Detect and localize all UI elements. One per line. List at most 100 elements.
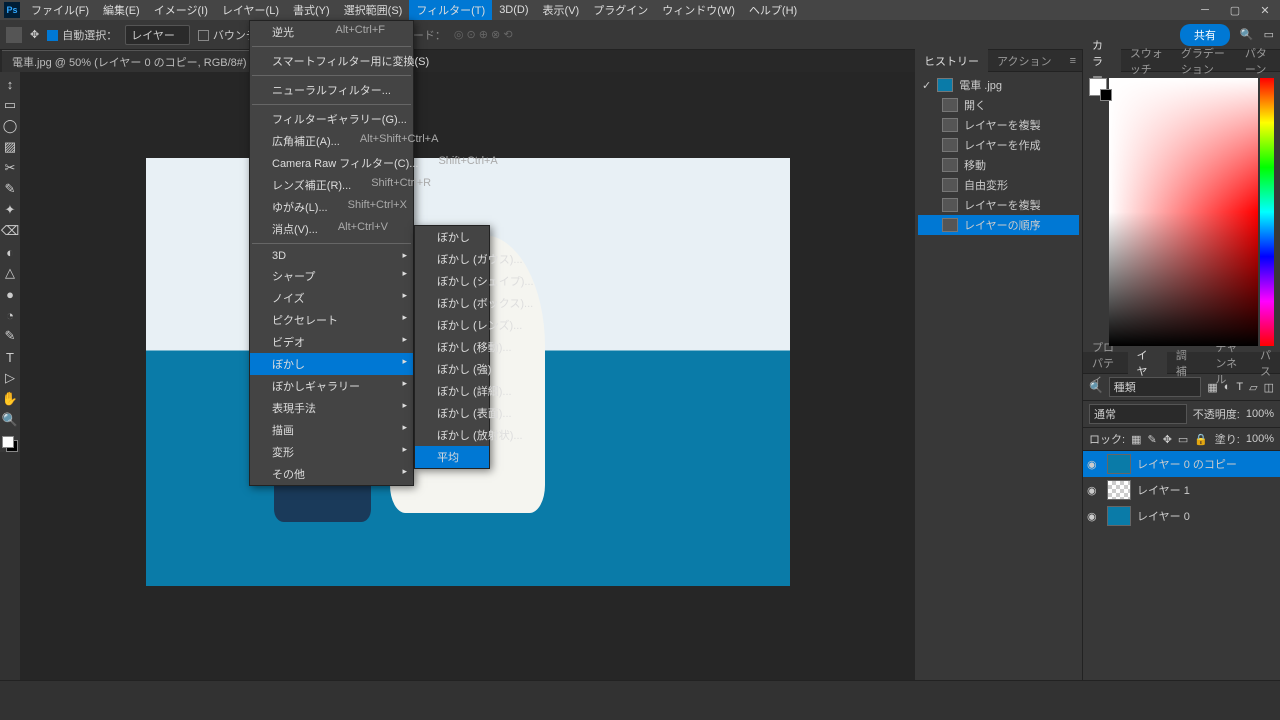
lock-artboard-icon[interactable]: ▭ [1178,433,1188,446]
tool-button[interactable]: ✂ [1,159,19,177]
menu-item[interactable]: ぼかし (表面)... [415,402,489,424]
menu-item[interactable]: ぼかし [250,353,413,375]
auto-select-checkbox[interactable] [47,30,58,41]
tool-button[interactable]: ⌫ [1,222,19,240]
menu-item[interactable]: 表示(V) [536,0,587,20]
menu-item[interactable]: ぼかし (強) [415,358,489,380]
menu-item[interactable]: 3D(D) [492,0,535,20]
tool-button[interactable]: ◯ [1,117,19,135]
menu-item[interactable]: 編集(E) [96,0,147,20]
menu-item[interactable]: ゆがみ(L)...Shift+Ctrl+X [250,196,413,218]
menu-item[interactable]: ビデオ [250,331,413,353]
history-step[interactable]: 移動 [918,155,1079,175]
minimize-button[interactable]: ─ [1190,0,1220,20]
history-step[interactable]: レイヤーの順序 [918,215,1079,235]
menu-item[interactable]: フィルター(T) [409,0,492,20]
menu-item[interactable]: 3D [250,247,413,265]
workspace-icon[interactable]: ▭ [1264,28,1274,41]
color-picker[interactable] [1083,72,1280,352]
layer-select[interactable]: レイヤー [125,25,190,45]
menu-item[interactable]: ぼかしギャラリー [250,375,413,397]
menu-item[interactable]: スマートフィルター用に変換(S) [250,50,413,72]
menu-item[interactable]: プラグイン [586,0,655,20]
opacity-value[interactable]: 100% [1246,408,1274,420]
color-swatches[interactable] [2,436,18,452]
tool-button[interactable]: ▷ [1,369,19,387]
filter-pixels-icon[interactable]: ▦ [1207,381,1217,394]
menu-item[interactable]: 表現手法 [250,397,413,419]
menu-item[interactable]: シャープ [250,265,413,287]
bounding-checkbox[interactable] [198,30,209,41]
tool-button[interactable]: ▨ [1,138,19,156]
tool-button[interactable]: ✎ [1,327,19,345]
menu-item[interactable]: レンズ補正(R)...Shift+Ctrl+R [250,174,413,196]
menu-item[interactable]: ぼかし (放射状)... [415,424,489,446]
menu-item[interactable]: ぼかし (シェイプ)... [415,270,489,292]
menu-item[interactable]: 変形 [250,441,413,463]
lock-move-icon[interactable]: ✥ [1163,433,1172,446]
hue-slider[interactable] [1260,78,1274,346]
layer-row[interactable]: ◉レイヤー 0 のコピー [1083,451,1280,477]
blend-mode-select[interactable]: 通常 [1089,404,1187,424]
visibility-icon[interactable]: ◉ [1087,510,1101,523]
tool-button[interactable]: ▭ [1,96,19,114]
close-button[interactable]: ✕ [1250,0,1280,20]
menu-item[interactable]: 描画 [250,419,413,441]
lock-brush-icon[interactable]: ✎ [1147,433,1156,446]
menu-item[interactable]: ぼかし (移動)... [415,336,489,358]
menu-item[interactable]: 選択範囲(S) [337,0,410,20]
menu-item[interactable]: 消点(V)...Alt+Ctrl+V [250,218,413,240]
tool-button[interactable]: ✋ [1,390,19,408]
layer-row[interactable]: ◉レイヤー 1 [1083,477,1280,503]
menu-item[interactable]: ぼかし (詳細)... [415,380,489,402]
lock-pixels-icon[interactable]: ▦ [1131,433,1141,446]
history-step[interactable]: レイヤーを複製 [918,195,1079,215]
history-tab[interactable]: ヒストリー [915,49,988,73]
menu-item[interactable]: 逆光Alt+Ctrl+F [250,21,413,43]
menu-item[interactable]: レイヤー(L) [215,0,286,20]
actions-tab[interactable]: アクション [988,49,1060,73]
menu-item[interactable]: ファイル(F) [24,0,96,20]
filter-text-icon[interactable]: T [1236,381,1243,393]
panel-menu-icon[interactable]: ≡ [1070,55,1082,67]
menu-item[interactable]: ぼかし (ガウス)... [415,248,489,270]
history-step[interactable]: レイヤーを作成 [918,135,1079,155]
history-step[interactable]: 自由変形 [918,175,1079,195]
lock-all-icon[interactable]: 🔒 [1194,433,1208,446]
layer-filter-select[interactable]: 種類 [1109,377,1202,397]
maximize-button[interactable]: ▢ [1220,0,1250,20]
filter-adjust-icon[interactable]: ◐ [1224,381,1231,393]
tool-button[interactable]: △ [1,264,19,282]
color-field[interactable] [1109,78,1258,346]
filter-shape-icon[interactable]: ▱ [1249,381,1257,394]
menu-item[interactable]: ヘルプ(H) [742,0,804,20]
search-icon[interactable]: 🔍 [1240,28,1254,41]
menu-item[interactable]: ウィンドウ(W) [655,0,742,20]
history-snapshot[interactable]: ✓電車 .jpg [918,75,1079,95]
menu-item[interactable]: ニューラルフィルター... [250,79,413,101]
menu-item[interactable]: Camera Raw フィルター(C)...Shift+Ctrl+A [250,152,413,174]
menu-item[interactable]: フィルターギャラリー(G)... [250,108,413,130]
tool-button[interactable]: ✎ [1,180,19,198]
visibility-icon[interactable]: ◉ [1087,484,1101,497]
tool-button[interactable]: ◔ [1,306,19,324]
layer-row[interactable]: ◉レイヤー 0 [1083,503,1280,529]
home-icon[interactable] [6,27,22,43]
menu-item[interactable]: ぼかし (レンズ)... [415,314,489,336]
tool-button[interactable]: ↕ [1,75,19,93]
menu-item[interactable]: ぼかし (ボックス)... [415,292,489,314]
document-tab[interactable]: 電車.jpg @ 50% (レイヤー 0 のコピー, RGB/8#) * [2,50,264,73]
filter-smart-icon[interactable]: ◫ [1264,381,1274,394]
tool-button[interactable]: ◐ [1,243,19,261]
tool-button[interactable]: ✦ [1,201,19,219]
history-step[interactable]: レイヤーを複製 [918,115,1079,135]
menu-item[interactable]: ノイズ [250,287,413,309]
menu-item[interactable]: その他 [250,463,413,485]
menu-item[interactable]: 平均 [415,446,489,468]
menu-item[interactable]: ぼかし [415,226,489,248]
tool-button[interactable]: ● [1,285,19,303]
visibility-icon[interactable]: ◉ [1087,458,1101,471]
menu-item[interactable]: 書式(Y) [286,0,337,20]
menu-item[interactable]: 広角補正(A)...Alt+Shift+Ctrl+A [250,130,413,152]
fill-value[interactable]: 100% [1246,433,1274,445]
